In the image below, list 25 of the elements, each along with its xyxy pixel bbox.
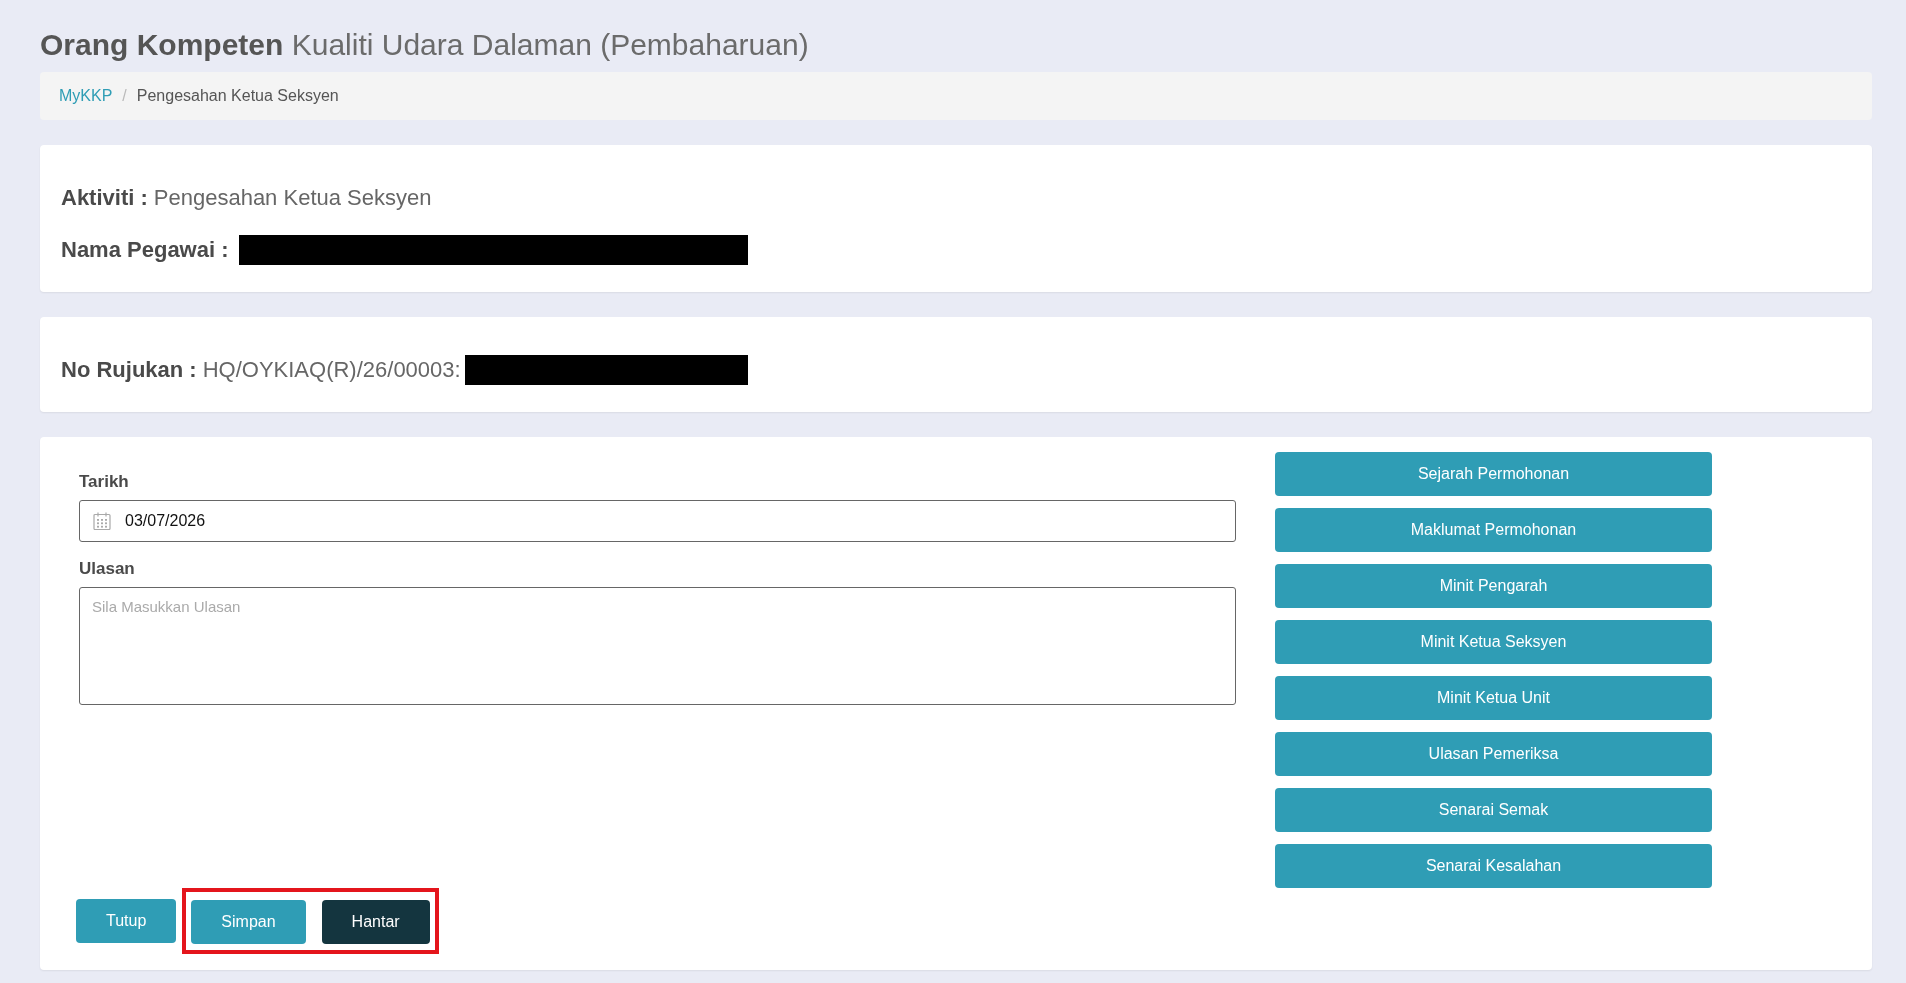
field-label: No Rujukan : [61, 357, 197, 383]
comment-field[interactable]: Sila Masukkan Ulasan [79, 587, 1236, 705]
field-value: HQ/OYKIAQ(R)/26/00003: [202, 357, 461, 383]
page-title: Orang Kompeten Kualiti Udara Dalaman (Pembaharuan) [40, 27, 809, 63]
breadcrumb-link[interactable]: MyKKP [59, 87, 113, 105]
form-action-button[interactable]: Tutup [76, 899, 177, 943]
field-label: Aktiviti : [61, 185, 148, 211]
field-label: Tarikh [79, 472, 129, 492]
side-button[interactable]: Minit Ketua Unit [1275, 676, 1712, 720]
form-action-button[interactable]: Simpan [191, 900, 306, 944]
side-button[interactable]: Minit Pengarah [1275, 564, 1712, 608]
breadcrumb-current: Pengesahan Ketua Seksyen [136, 87, 339, 105]
form-action-button[interactable]: Hantar [321, 900, 430, 944]
side-button[interactable]: Minit Ketua Seksyen [1275, 620, 1712, 664]
calendar-icon [93, 512, 111, 530]
side-button[interactable]: Senarai Semak [1275, 788, 1712, 832]
date-field[interactable]: 03/07/2026 [79, 500, 1236, 542]
side-button[interactable]: Ulasan Pemeriksa [1275, 732, 1712, 776]
side-button[interactable]: Maklumat Permohonan [1275, 508, 1712, 552]
field-label: Ulasan [79, 559, 135, 579]
side-button[interactable]: Senarai Kesalahan [1275, 844, 1712, 888]
breadcrumb-separator: / [122, 87, 127, 105]
side-button[interactable]: Sejarah Permohonan [1275, 452, 1712, 496]
field-label: Nama Pegawai : [61, 237, 229, 263]
field-value: Pengesahan Ketua Seksyen [153, 185, 432, 211]
